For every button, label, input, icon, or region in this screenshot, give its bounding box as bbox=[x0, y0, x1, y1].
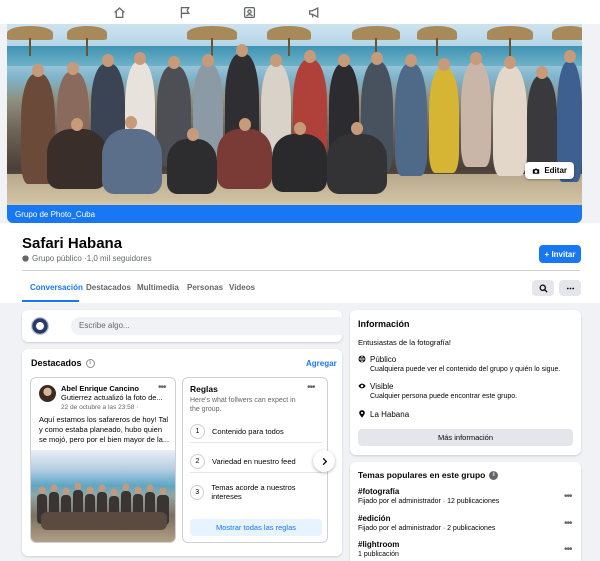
tab-multimedia[interactable]: Multimedia bbox=[137, 283, 179, 292]
show-all-rules-button[interactable]: Mostrar todas las reglas bbox=[190, 519, 322, 536]
popular-topics-title: Temas populares en este grupo bbox=[358, 470, 486, 480]
top-navigation bbox=[0, 0, 600, 24]
search-icon bbox=[539, 284, 548, 293]
topic-item[interactable]: #fotografía Fijado por el administrador … bbox=[358, 487, 573, 505]
rule-label: Temas acorde a nuestros intereses bbox=[211, 483, 296, 501]
rules-more-icon[interactable]: ••• bbox=[307, 382, 315, 393]
tab-destacados[interactable]: Destacados bbox=[86, 283, 131, 292]
parent-group-link[interactable]: Grupo de Photo_Cuba bbox=[7, 205, 582, 223]
divider bbox=[22, 270, 580, 271]
featured-heading: Destacados i bbox=[31, 358, 95, 368]
rule-number: 3 bbox=[190, 484, 205, 500]
rules-title: Reglas bbox=[190, 384, 218, 394]
invite-button[interactable]: + Invitar bbox=[539, 245, 581, 263]
rules-card: Reglas ••• Here's what follwers can expe… bbox=[182, 377, 328, 543]
topic-meta: 1 publicación bbox=[358, 551, 399, 558]
eye-icon bbox=[358, 383, 366, 389]
add-featured-link[interactable]: Agregar bbox=[306, 359, 337, 368]
globe-icon bbox=[22, 255, 29, 262]
privacy-description: Cualquiera puede ver el contenido del gr… bbox=[370, 366, 561, 373]
visibility-label: Visible bbox=[370, 382, 394, 391]
rule-label: Contenido para todos bbox=[212, 427, 284, 436]
post-timestamp[interactable]: 22 de octubre a las 23:58 · bbox=[61, 404, 138, 411]
location-label[interactable]: La Habana bbox=[370, 410, 409, 419]
rule-number: 1 bbox=[190, 424, 205, 439]
post-composer: Escribe algo... bbox=[22, 310, 357, 342]
group-meta-text: Grupo público ·1,0 mil seguidores bbox=[32, 254, 152, 263]
rule-number: 2 bbox=[190, 454, 205, 469]
topic-meta: Fijado por el administrador · 2 publicac… bbox=[358, 525, 496, 532]
topic-name[interactable]: #edición bbox=[358, 514, 573, 523]
post-more-icon[interactable]: ••• bbox=[158, 382, 166, 393]
active-tab-indicator bbox=[22, 300, 79, 302]
info-icon[interactable]: i bbox=[489, 470, 499, 480]
topic-more-icon[interactable]: ••• bbox=[564, 544, 572, 555]
post-text: Aquí estamos los safareros de hoy! Tal y… bbox=[39, 415, 170, 444]
edit-cover-button[interactable]: Editar bbox=[525, 162, 574, 179]
search-button[interactable] bbox=[532, 280, 554, 296]
rule-item[interactable]: 1 Contenido para todos bbox=[190, 421, 322, 443]
info-icon[interactable]: i bbox=[85, 358, 95, 368]
rule-item[interactable]: 3 Temas acorde a nuestros intereses bbox=[190, 481, 322, 503]
privacy-label: Público bbox=[370, 355, 397, 364]
topic-meta: Fijado por el administrador · 12 publica… bbox=[358, 498, 500, 505]
popular-topics-card: Temas populares en este grupo i #fotogra… bbox=[350, 462, 581, 561]
composer-input[interactable]: Escribe algo... bbox=[71, 317, 357, 335]
topic-name[interactable]: #fotografía bbox=[358, 487, 573, 496]
featured-section: Destacados i Agregar Abel Enrique Cancin… bbox=[22, 349, 342, 556]
rule-item[interactable]: 2 Variedad en nuestro feed bbox=[190, 451, 322, 473]
post-photo[interactable] bbox=[31, 450, 175, 542]
about-title: Información bbox=[358, 319, 410, 329]
topic-more-icon[interactable]: ••• bbox=[564, 518, 572, 529]
featured-post-card[interactable]: Abel Enrique Cancino Gutierrez actualizó… bbox=[30, 377, 176, 543]
post-author-name[interactable]: Abel Enrique Cancino bbox=[61, 384, 139, 393]
popular-topics-heading: Temas populares en este grupo i bbox=[358, 470, 499, 480]
avatar[interactable] bbox=[39, 385, 56, 402]
post-author[interactable]: Abel Enrique Cancino Gutierrez actualizó… bbox=[61, 384, 165, 402]
camera-icon bbox=[533, 168, 540, 174]
topic-more-icon[interactable]: ••• bbox=[564, 491, 572, 502]
edit-cover-label: Editar bbox=[544, 166, 567, 175]
group-description: Entusiastas de la fotografía! bbox=[358, 338, 451, 347]
more-options-button[interactable] bbox=[559, 280, 581, 296]
about-card: Información Entusiastas de la fotografía… bbox=[350, 310, 581, 455]
flag-icon[interactable] bbox=[177, 4, 193, 20]
topic-item[interactable]: #edición Fijado por el administrador · 2… bbox=[358, 514, 573, 532]
more-info-button[interactable]: Más información bbox=[358, 429, 573, 446]
chevron-right-icon bbox=[322, 457, 327, 465]
tab-conversacion[interactable]: Conversación bbox=[30, 283, 83, 292]
tab-videos[interactable]: Videos bbox=[229, 283, 255, 292]
avatar[interactable] bbox=[31, 317, 49, 335]
topic-name[interactable]: #lightroom bbox=[358, 540, 573, 549]
cover-photo[interactable]: Editar bbox=[7, 24, 582, 205]
globe-icon bbox=[358, 355, 366, 363]
next-featured-button[interactable] bbox=[313, 450, 335, 472]
location-pin-icon bbox=[359, 410, 365, 418]
rules-subtitle: Here's what follwers can expect in the g… bbox=[190, 397, 296, 413]
group-privacy-subtitle: Grupo público ·1,0 mil seguidores bbox=[22, 254, 152, 263]
more-icon bbox=[566, 287, 574, 289]
megaphone-icon[interactable] bbox=[306, 4, 322, 20]
post-author-rest: Gutierrez actualizó la foto de... bbox=[61, 393, 163, 402]
rule-label: Variedad en nuestro feed bbox=[212, 457, 296, 466]
featured-title: Destacados bbox=[31, 358, 82, 368]
group-header: Safari Habana Grupo público ·1,0 mil seg… bbox=[0, 223, 600, 303]
page-title: Safari Habana bbox=[22, 235, 123, 252]
visibility-description: Cualquier persona puede encontrar este g… bbox=[370, 393, 518, 400]
gallery-icon[interactable] bbox=[241, 4, 257, 20]
cover-section: Editar Grupo de Photo_Cuba bbox=[7, 24, 582, 223]
home-icon[interactable] bbox=[111, 4, 127, 20]
tab-personas[interactable]: Personas bbox=[187, 283, 223, 292]
topic-item[interactable]: #lightroom 1 publicación ••• bbox=[358, 540, 573, 558]
